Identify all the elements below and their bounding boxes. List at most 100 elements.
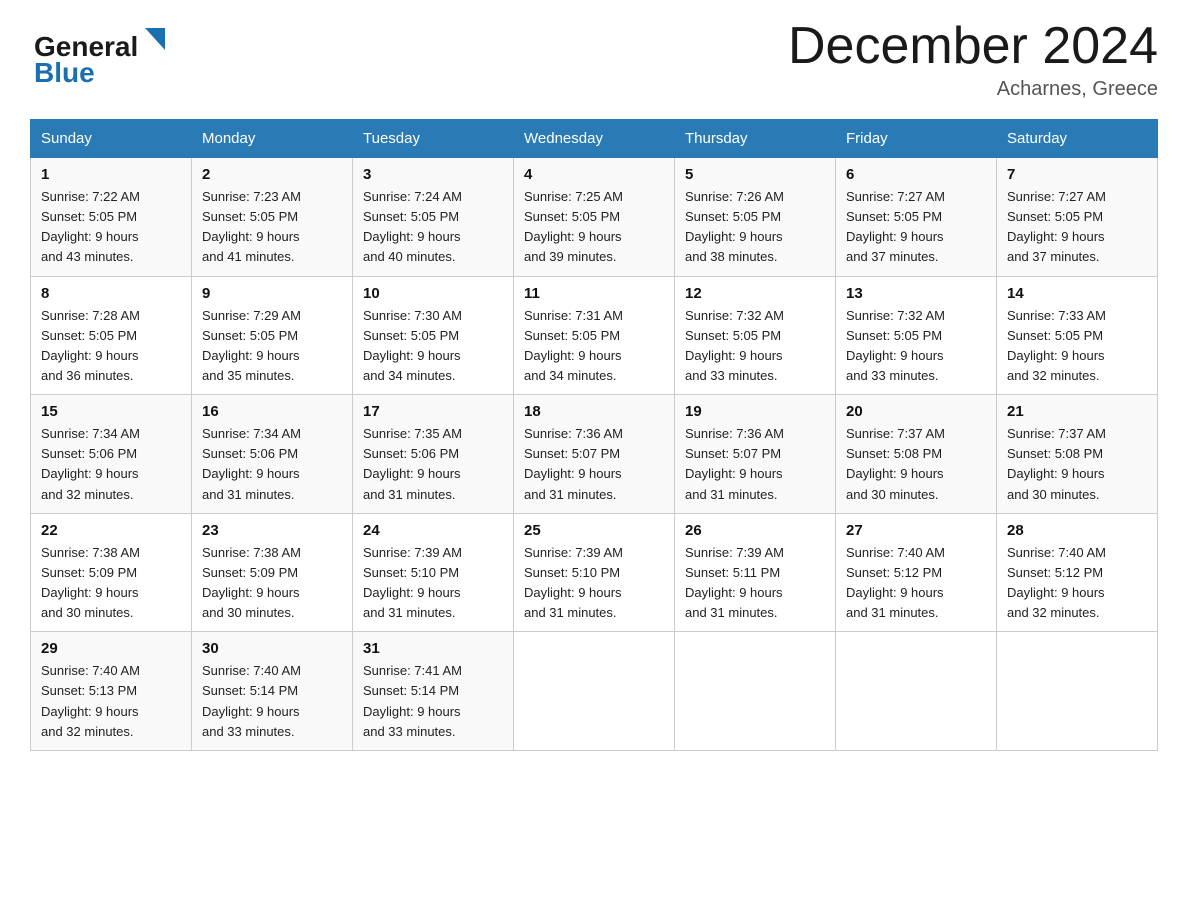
day-number: 25 [524, 522, 664, 539]
logo-svg: General Blue [30, 20, 170, 88]
day-info: Sunrise: 7:40 AM Sunset: 5:13 PM Dayligh… [41, 661, 181, 742]
page-header: General Blue December 2024 Acharnes, Gre… [30, 20, 1158, 101]
header-row: SundayMondayTuesdayWednesdayThursdayFrid… [31, 120, 1158, 158]
day-cell: 27 Sunrise: 7:40 AM Sunset: 5:12 PM Dayl… [836, 513, 997, 632]
day-info: Sunrise: 7:38 AM Sunset: 5:09 PM Dayligh… [202, 543, 342, 624]
day-number: 9 [202, 285, 342, 302]
day-info: Sunrise: 7:27 AM Sunset: 5:05 PM Dayligh… [846, 187, 986, 268]
day-info: Sunrise: 7:36 AM Sunset: 5:07 PM Dayligh… [524, 424, 664, 505]
day-cell: 14 Sunrise: 7:33 AM Sunset: 5:05 PM Dayl… [997, 276, 1158, 395]
week-row-4: 22 Sunrise: 7:38 AM Sunset: 5:09 PM Dayl… [31, 513, 1158, 632]
day-number: 4 [524, 166, 664, 183]
day-cell: 7 Sunrise: 7:27 AM Sunset: 5:05 PM Dayli… [997, 158, 1158, 277]
day-number: 30 [202, 640, 342, 657]
day-info: Sunrise: 7:27 AM Sunset: 5:05 PM Dayligh… [1007, 187, 1147, 268]
week-row-3: 15 Sunrise: 7:34 AM Sunset: 5:06 PM Dayl… [31, 395, 1158, 514]
day-cell: 16 Sunrise: 7:34 AM Sunset: 5:06 PM Dayl… [192, 395, 353, 514]
day-number: 11 [524, 285, 664, 302]
day-info: Sunrise: 7:26 AM Sunset: 5:05 PM Dayligh… [685, 187, 825, 268]
week-row-5: 29 Sunrise: 7:40 AM Sunset: 5:13 PM Dayl… [31, 632, 1158, 751]
calendar-table: SundayMondayTuesdayWednesdayThursdayFrid… [30, 119, 1158, 751]
day-info: Sunrise: 7:32 AM Sunset: 5:05 PM Dayligh… [685, 306, 825, 387]
day-cell: 12 Sunrise: 7:32 AM Sunset: 5:05 PM Dayl… [675, 276, 836, 395]
day-cell [997, 632, 1158, 751]
day-cell: 3 Sunrise: 7:24 AM Sunset: 5:05 PM Dayli… [353, 158, 514, 277]
day-info: Sunrise: 7:36 AM Sunset: 5:07 PM Dayligh… [685, 424, 825, 505]
day-number: 22 [41, 522, 181, 539]
svg-text:Blue: Blue [34, 57, 95, 88]
col-header-friday: Friday [836, 120, 997, 158]
day-cell: 22 Sunrise: 7:38 AM Sunset: 5:09 PM Dayl… [31, 513, 192, 632]
day-number: 23 [202, 522, 342, 539]
day-number: 8 [41, 285, 181, 302]
day-cell: 30 Sunrise: 7:40 AM Sunset: 5:14 PM Dayl… [192, 632, 353, 751]
col-header-wednesday: Wednesday [514, 120, 675, 158]
day-cell: 6 Sunrise: 7:27 AM Sunset: 5:05 PM Dayli… [836, 158, 997, 277]
day-number: 14 [1007, 285, 1147, 302]
day-cell: 18 Sunrise: 7:36 AM Sunset: 5:07 PM Dayl… [514, 395, 675, 514]
day-cell: 25 Sunrise: 7:39 AM Sunset: 5:10 PM Dayl… [514, 513, 675, 632]
day-info: Sunrise: 7:30 AM Sunset: 5:05 PM Dayligh… [363, 306, 503, 387]
title-block: December 2024 Acharnes, Greece [788, 20, 1158, 101]
day-info: Sunrise: 7:22 AM Sunset: 5:05 PM Dayligh… [41, 187, 181, 268]
day-info: Sunrise: 7:25 AM Sunset: 5:05 PM Dayligh… [524, 187, 664, 268]
day-cell: 23 Sunrise: 7:38 AM Sunset: 5:09 PM Dayl… [192, 513, 353, 632]
day-info: Sunrise: 7:39 AM Sunset: 5:10 PM Dayligh… [363, 543, 503, 624]
day-info: Sunrise: 7:24 AM Sunset: 5:05 PM Dayligh… [363, 187, 503, 268]
day-cell [836, 632, 997, 751]
day-number: 15 [41, 403, 181, 420]
day-number: 2 [202, 166, 342, 183]
day-cell: 13 Sunrise: 7:32 AM Sunset: 5:05 PM Dayl… [836, 276, 997, 395]
day-info: Sunrise: 7:39 AM Sunset: 5:10 PM Dayligh… [524, 543, 664, 624]
day-cell [675, 632, 836, 751]
col-header-thursday: Thursday [675, 120, 836, 158]
day-cell: 10 Sunrise: 7:30 AM Sunset: 5:05 PM Dayl… [353, 276, 514, 395]
day-info: Sunrise: 7:40 AM Sunset: 5:12 PM Dayligh… [1007, 543, 1147, 624]
day-info: Sunrise: 7:41 AM Sunset: 5:14 PM Dayligh… [363, 661, 503, 742]
day-cell: 26 Sunrise: 7:39 AM Sunset: 5:11 PM Dayl… [675, 513, 836, 632]
day-cell: 17 Sunrise: 7:35 AM Sunset: 5:06 PM Dayl… [353, 395, 514, 514]
day-cell: 4 Sunrise: 7:25 AM Sunset: 5:05 PM Dayli… [514, 158, 675, 277]
day-number: 18 [524, 403, 664, 420]
day-cell: 29 Sunrise: 7:40 AM Sunset: 5:13 PM Dayl… [31, 632, 192, 751]
day-info: Sunrise: 7:34 AM Sunset: 5:06 PM Dayligh… [41, 424, 181, 505]
day-info: Sunrise: 7:39 AM Sunset: 5:11 PM Dayligh… [685, 543, 825, 624]
day-number: 3 [363, 166, 503, 183]
day-number: 29 [41, 640, 181, 657]
day-cell: 24 Sunrise: 7:39 AM Sunset: 5:10 PM Dayl… [353, 513, 514, 632]
day-cell: 20 Sunrise: 7:37 AM Sunset: 5:08 PM Dayl… [836, 395, 997, 514]
day-number: 24 [363, 522, 503, 539]
day-info: Sunrise: 7:28 AM Sunset: 5:05 PM Dayligh… [41, 306, 181, 387]
day-cell: 5 Sunrise: 7:26 AM Sunset: 5:05 PM Dayli… [675, 158, 836, 277]
day-number: 19 [685, 403, 825, 420]
day-number: 6 [846, 166, 986, 183]
col-header-tuesday: Tuesday [353, 120, 514, 158]
day-info: Sunrise: 7:35 AM Sunset: 5:06 PM Dayligh… [363, 424, 503, 505]
day-info: Sunrise: 7:31 AM Sunset: 5:05 PM Dayligh… [524, 306, 664, 387]
day-info: Sunrise: 7:40 AM Sunset: 5:14 PM Dayligh… [202, 661, 342, 742]
day-cell: 31 Sunrise: 7:41 AM Sunset: 5:14 PM Dayl… [353, 632, 514, 751]
logo: General Blue [30, 20, 170, 88]
day-info: Sunrise: 7:32 AM Sunset: 5:05 PM Dayligh… [846, 306, 986, 387]
col-header-sunday: Sunday [31, 120, 192, 158]
day-info: Sunrise: 7:38 AM Sunset: 5:09 PM Dayligh… [41, 543, 181, 624]
day-cell: 15 Sunrise: 7:34 AM Sunset: 5:06 PM Dayl… [31, 395, 192, 514]
day-number: 27 [846, 522, 986, 539]
day-cell: 9 Sunrise: 7:29 AM Sunset: 5:05 PM Dayli… [192, 276, 353, 395]
day-info: Sunrise: 7:23 AM Sunset: 5:05 PM Dayligh… [202, 187, 342, 268]
day-number: 5 [685, 166, 825, 183]
day-info: Sunrise: 7:33 AM Sunset: 5:05 PM Dayligh… [1007, 306, 1147, 387]
week-row-1: 1 Sunrise: 7:22 AM Sunset: 5:05 PM Dayli… [31, 158, 1158, 277]
day-number: 21 [1007, 403, 1147, 420]
day-cell: 21 Sunrise: 7:37 AM Sunset: 5:08 PM Dayl… [997, 395, 1158, 514]
day-cell: 1 Sunrise: 7:22 AM Sunset: 5:05 PM Dayli… [31, 158, 192, 277]
day-number: 26 [685, 522, 825, 539]
day-cell: 2 Sunrise: 7:23 AM Sunset: 5:05 PM Dayli… [192, 158, 353, 277]
day-number: 20 [846, 403, 986, 420]
day-info: Sunrise: 7:37 AM Sunset: 5:08 PM Dayligh… [1007, 424, 1147, 505]
day-cell: 19 Sunrise: 7:36 AM Sunset: 5:07 PM Dayl… [675, 395, 836, 514]
day-number: 7 [1007, 166, 1147, 183]
day-info: Sunrise: 7:37 AM Sunset: 5:08 PM Dayligh… [846, 424, 986, 505]
day-info: Sunrise: 7:29 AM Sunset: 5:05 PM Dayligh… [202, 306, 342, 387]
day-number: 10 [363, 285, 503, 302]
